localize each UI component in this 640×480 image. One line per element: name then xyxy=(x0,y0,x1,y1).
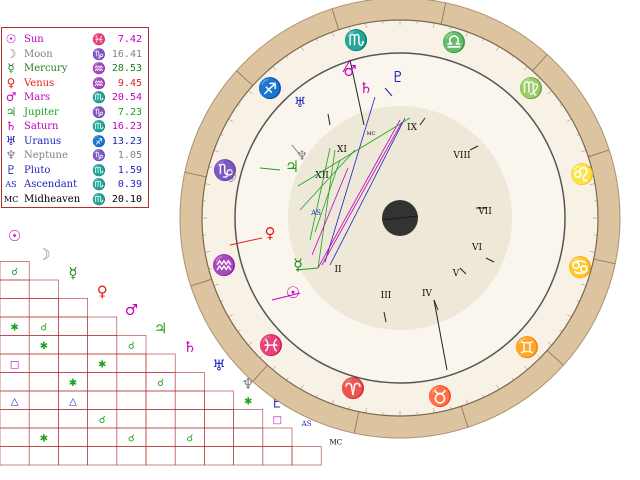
neptune-wheel-icon: ♆ xyxy=(296,149,308,164)
zodiac-sign-icon: ♋ xyxy=(568,255,593,279)
house-number: III xyxy=(381,291,392,301)
zodiac-sign-icon: ♎ xyxy=(442,30,467,54)
house-number: XII xyxy=(315,171,329,181)
zodiac-sign-icon: ♓ xyxy=(259,333,284,357)
chart-wheel: ♈♉♊♋♌♍♎♏♐♑♒♓IIIIIIVVVIVIIVIIIIXXIXIIASMC… xyxy=(179,0,621,439)
sun-wheel-icon: ☉ xyxy=(286,283,300,302)
house-number: IV xyxy=(422,289,433,299)
zodiac-sign-icon: ♈ xyxy=(341,376,366,400)
zodiac-sign-icon: ♊ xyxy=(515,335,540,359)
venus-wheel-icon: ♀ xyxy=(265,224,276,242)
pluto-wheel-icon: ♇ xyxy=(391,68,404,86)
moon-wheel-icon: ☽ xyxy=(223,167,237,186)
zodiac-sign-icon: ♍ xyxy=(519,76,544,100)
house-number: VIII xyxy=(452,151,471,161)
house-number: VI xyxy=(471,243,482,253)
saturn-wheel-icon: ♄ xyxy=(359,79,372,97)
house-number: II xyxy=(334,265,342,275)
zodiac-sign-icon: ♒ xyxy=(212,253,237,277)
house-number: VII xyxy=(477,207,492,217)
house-number: XI xyxy=(337,145,347,155)
zodiac-sign-icon: ♏ xyxy=(344,28,369,52)
mars-wheel-icon: ♂ xyxy=(343,62,356,80)
zodiac-sign-icon: ♉ xyxy=(428,384,453,408)
uranus-wheel-icon: ♅ xyxy=(294,95,307,111)
midheaven-label: MC xyxy=(367,131,376,137)
house-number: IX xyxy=(407,123,418,133)
house-number: V xyxy=(452,269,460,279)
zodiac-sign-icon: ♌ xyxy=(570,162,595,186)
mercury-wheel-icon: ☿ xyxy=(293,255,303,274)
